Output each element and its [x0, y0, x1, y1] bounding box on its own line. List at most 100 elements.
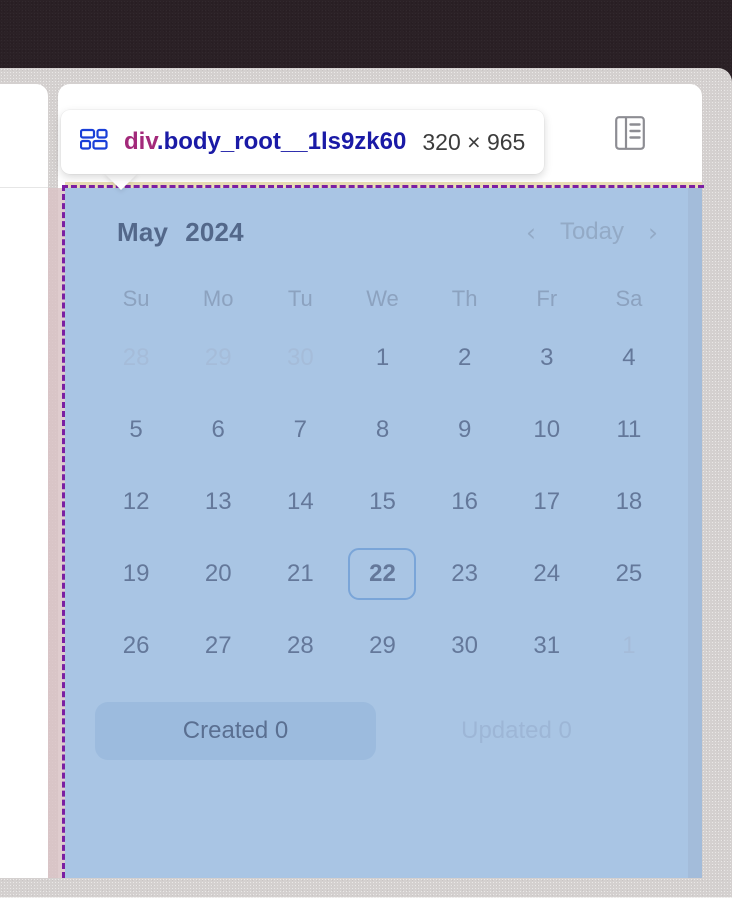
calendar-week-row: 5 6 7 8 9 10 11	[95, 394, 670, 466]
chevron-left-icon[interactable]: ‹	[526, 220, 536, 245]
footer-tab-updated[interactable]: Updated 0	[376, 702, 657, 760]
calendar-day-cell[interactable]: 24	[506, 560, 588, 588]
calendar-day-label: 29	[369, 632, 396, 659]
calendar-day-cell[interactable]: 8	[341, 416, 423, 444]
calendar-day-label: 13	[204, 488, 232, 515]
calendar-day-label: 28	[122, 344, 150, 371]
chevron-right-icon[interactable]: ›	[648, 220, 658, 245]
calendar-day-label: 1	[375, 344, 390, 371]
calendar-day-cell[interactable]: 12	[95, 488, 177, 516]
calendar-day-label: 9	[457, 416, 472, 443]
calendar-day-label: 25	[615, 560, 643, 587]
calendar-day-cell[interactable]: 1	[341, 344, 423, 372]
calendar-week-row: 19 20 21 22 23 24 25	[95, 538, 670, 610]
calendar-day-cell[interactable]: 31	[506, 632, 588, 660]
calendar-day-label: 23	[451, 560, 478, 587]
calendar-day-cell[interactable]: 26	[95, 632, 177, 660]
tooltip-class-name: .body_root__1ls9zk60	[156, 128, 407, 155]
calendar-day-cell[interactable]: 29	[341, 632, 423, 660]
calendar-day-label: 31	[533, 632, 561, 659]
calendar-day-cell[interactable]: 25	[588, 560, 670, 588]
calendar-day-label: 18	[615, 488, 643, 515]
calendar-day-cell[interactable]: 30	[424, 632, 506, 660]
calendar-week-row: 26 27 28 29 30 31 1	[95, 610, 670, 682]
panel-divider	[0, 187, 48, 188]
tooltip-dimensions: 320 × 965	[422, 128, 526, 155]
calendar-day-label: 16	[451, 488, 478, 515]
calendar-day-cell[interactable]: 6	[177, 416, 259, 444]
calendar-day-cell[interactable]: 3	[506, 344, 588, 372]
calendar-weekday-th: Th	[451, 286, 478, 311]
calendar-day-label: 5	[129, 416, 143, 443]
calendar-footer-tabs: Created 0 Updated 0	[95, 702, 670, 760]
calendar-title: May 2024	[117, 217, 244, 248]
element-outline-left	[62, 185, 65, 878]
calendar-day-cell[interactable]: 29	[177, 344, 259, 372]
calendar-day-cell[interactable]: 22	[341, 548, 423, 600]
calendar-day-label: 8	[375, 416, 390, 443]
calendar-day-cell[interactable]: 18	[588, 488, 670, 516]
calendar-weekday-su: Su	[122, 286, 150, 311]
calendar-day-cell[interactable]: 28	[259, 632, 341, 660]
calendar-day-label: 19	[122, 560, 150, 587]
calendar-day-cell[interactable]: 30	[259, 344, 341, 372]
calendar-day-label: 10	[533, 416, 561, 443]
calendar-day-label: 22	[348, 548, 417, 600]
calendar-day-label: 24	[533, 560, 561, 587]
calendar-day-cell[interactable]: 10	[506, 416, 588, 444]
element-outline-top	[62, 185, 704, 188]
calendar-week-row: 28 29 30 1 2 3 4	[95, 322, 670, 394]
grid-layout-icon[interactable]	[79, 128, 108, 157]
calendar-day-cell[interactable]: 9	[424, 416, 506, 444]
calendar-day-cell[interactable]: 1	[588, 632, 670, 660]
calendar-day-label: 26	[122, 632, 150, 659]
calendar-day-cell[interactable]: 27	[177, 632, 259, 660]
calendar-day-cell[interactable]: 16	[424, 488, 506, 516]
calendar-day-label: 14	[287, 488, 314, 515]
calendar-day-cell[interactable]: 11	[588, 416, 670, 444]
tooltip-arrow	[104, 173, 138, 190]
calendar-day-label: 30	[451, 632, 478, 659]
calendar-day-label: 27	[204, 632, 232, 659]
calendar-day-label: 17	[533, 488, 561, 515]
calendar-weekday-mo: Mo	[202, 286, 234, 311]
calendar-weekday-tu: Tu	[287, 286, 313, 311]
calendar-day-label: 11	[616, 416, 642, 443]
today-button[interactable]: Today	[560, 218, 624, 246]
calendar-day-cell[interactable]: 20	[177, 560, 259, 588]
calendar-year-label: 2024	[185, 216, 244, 247]
calendar-day-label: 7	[293, 416, 308, 443]
calendar-month-label: May	[117, 216, 169, 247]
calendar-weekday-sa: Sa	[615, 286, 643, 311]
calendar-day-cell[interactable]: 7	[259, 416, 341, 444]
devtools-node-tooltip: div.body_root__1ls9zk60 320 × 965	[61, 110, 545, 174]
calendar-day-cell[interactable]: 13	[177, 488, 259, 516]
tooltip-selector: div.body_root__1ls9zk60	[124, 128, 406, 156]
calendar-day-cell[interactable]: 17	[506, 488, 588, 516]
calendar-header: May 2024 ‹ Today ›	[95, 188, 670, 276]
footer-tab-created[interactable]: Created 0	[95, 702, 376, 760]
calendar-day-label: 1	[622, 632, 636, 659]
calendar-weekday-row: Su Mo Tu We Th Fr Sa	[95, 276, 670, 322]
calendar-day-cell[interactable]: 21	[259, 560, 341, 588]
calendar-day-label: 2	[457, 344, 472, 371]
calendar-day-label: 15	[369, 488, 396, 515]
calendar-day-cell[interactable]: 19	[95, 560, 177, 588]
calendar-day-label: 12	[122, 488, 150, 515]
calendar-day-label: 29	[204, 344, 232, 371]
left-side-panel	[0, 84, 48, 878]
tooltip-tag-name: div	[124, 128, 157, 155]
calendar-day-cell[interactable]: 14	[259, 488, 341, 516]
calendar-day-label: 4	[622, 344, 636, 371]
calendar-week-row: 12 13 14 15 16 17 18	[95, 466, 670, 538]
calendar-day-cell[interactable]: 23	[424, 560, 506, 588]
calendar-widget: May 2024 ‹ Today › Su Mo Tu We Th Fr Sa 28 29 30…	[65, 188, 700, 878]
panel-icon[interactable]	[615, 116, 645, 150]
calendar-day-label: 21	[287, 560, 314, 587]
calendar-day-cell[interactable]: 28	[95, 344, 177, 372]
calendar-weekday-fr: Fr	[536, 286, 558, 311]
calendar-day-cell[interactable]: 4	[588, 344, 670, 372]
calendar-day-cell[interactable]: 2	[424, 344, 506, 372]
calendar-day-cell[interactable]: 5	[95, 416, 177, 444]
calendar-day-cell[interactable]: 15	[341, 488, 423, 516]
